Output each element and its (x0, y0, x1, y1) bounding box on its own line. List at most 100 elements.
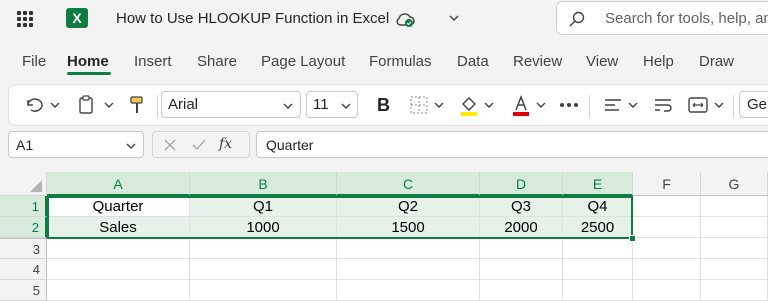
tab-help[interactable]: Help (643, 53, 674, 70)
cell-d4[interactable] (480, 259, 563, 280)
row-header-3[interactable]: 3 (0, 238, 47, 259)
cell-a3[interactable] (47, 238, 190, 259)
cell-c1[interactable]: Q2 (337, 196, 480, 217)
cell-f2[interactable] (633, 217, 701, 238)
chevron-down-icon[interactable] (535, 85, 547, 125)
chevron-down-icon[interactable] (103, 85, 115, 125)
confirm-icon[interactable] (191, 138, 207, 152)
chevron-down-icon[interactable] (627, 85, 639, 125)
name-box[interactable]: A1 (8, 131, 144, 158)
cell-f5[interactable] (633, 280, 701, 301)
cell-b2[interactable]: 1000 (190, 217, 337, 238)
cell-g3[interactable] (701, 238, 768, 259)
cell-b5[interactable] (190, 280, 337, 301)
search-icon (569, 11, 585, 32)
tab-home[interactable]: Home (67, 53, 109, 70)
column-header-f[interactable]: F (633, 172, 701, 196)
column-header-d[interactable]: D (480, 172, 563, 196)
cell-e3[interactable] (563, 238, 633, 259)
cell-c2[interactable]: 1500 (337, 217, 480, 238)
cell-d2[interactable]: 2000 (480, 217, 563, 238)
cell-g1[interactable] (701, 196, 768, 217)
column-header-e[interactable]: E (563, 172, 633, 196)
cell-f4[interactable] (633, 259, 701, 280)
cell-d3[interactable] (480, 238, 563, 259)
clipboard-icon[interactable] (77, 85, 95, 125)
menu-bar: File Home Insert Share Page Layout Formu… (0, 44, 768, 78)
cloud-saved-icon[interactable] (394, 10, 416, 33)
cell-g4[interactable] (701, 259, 768, 280)
font-size-value: 11 (313, 96, 329, 113)
cell-g5[interactable] (701, 280, 768, 301)
tab-insert[interactable]: Insert (134, 53, 172, 70)
cell-b4[interactable] (190, 259, 337, 280)
chevron-down-icon[interactable] (49, 85, 61, 125)
tab-data[interactable]: Data (457, 53, 489, 70)
formula-input[interactable]: Quarter (256, 131, 768, 158)
column-header-b[interactable]: B (190, 172, 337, 196)
cell-a5[interactable] (47, 280, 190, 301)
font-family-select[interactable]: Arial (161, 91, 301, 118)
tab-view[interactable]: View (586, 53, 618, 70)
tab-page-layout[interactable]: Page Layout (261, 53, 345, 70)
select-all-button[interactable] (0, 172, 47, 196)
chevron-down-icon[interactable] (433, 85, 445, 125)
column-header-a[interactable]: A (47, 172, 190, 196)
chevron-down-icon[interactable] (483, 85, 495, 125)
cell-a1[interactable]: Quarter (47, 196, 190, 217)
tab-review[interactable]: Review (513, 53, 562, 70)
cell-d5[interactable] (480, 280, 563, 301)
app-launcher-icon[interactable] (17, 11, 33, 27)
cell-e2[interactable]: 2500 (563, 217, 633, 238)
column-header-c[interactable]: C (337, 172, 480, 196)
cell-g2[interactable] (701, 217, 768, 238)
chevron-down-icon (283, 103, 293, 109)
insert-function-icon[interactable]: fx (219, 136, 232, 152)
cell-b3[interactable] (190, 238, 337, 259)
cell-e4[interactable] (563, 259, 633, 280)
fill-color-icon[interactable] (459, 85, 479, 125)
search-box[interactable]: Search for tools, help, an (556, 1, 768, 35)
number-format-select[interactable]: Ge (739, 91, 768, 118)
row-header-5[interactable]: 5 (0, 280, 47, 301)
cell-b1[interactable]: Q1 (190, 196, 337, 217)
borders-icon[interactable] (409, 85, 429, 125)
chevron-down-icon[interactable] (448, 11, 460, 29)
tab-share[interactable]: Share (197, 53, 237, 70)
font-color-icon[interactable] (511, 85, 531, 125)
cell-e5[interactable] (563, 280, 633, 301)
chevron-down-icon (126, 143, 136, 149)
cell-f1[interactable] (633, 196, 701, 217)
column-header-g[interactable]: G (701, 172, 768, 196)
bold-button[interactable]: B (377, 85, 390, 125)
cell-c4[interactable] (337, 259, 480, 280)
cell-a4[interactable] (47, 259, 190, 280)
row-header-1[interactable]: 1 (0, 196, 47, 217)
tab-file[interactable]: File (22, 53, 46, 70)
cell-f3[interactable] (633, 238, 701, 259)
cell-c5[interactable] (337, 280, 480, 301)
row-header-4[interactable]: 4 (0, 259, 47, 280)
document-title[interactable]: How to Use HLOOKUP Function in Excel (116, 10, 389, 27)
cell-d1[interactable]: Q3 (480, 196, 563, 217)
fill-handle[interactable] (629, 235, 636, 242)
cell-a2[interactable]: Sales (47, 217, 190, 238)
undo-icon[interactable] (23, 85, 43, 125)
formula-actions: fx (152, 131, 250, 158)
align-icon[interactable] (603, 85, 623, 125)
tab-draw[interactable]: Draw (699, 53, 734, 70)
font-size-select[interactable]: 11 (306, 91, 358, 118)
format-painter-icon[interactable] (129, 85, 145, 125)
more-options-icon[interactable] (559, 85, 579, 125)
tab-formulas[interactable]: Formulas (369, 53, 432, 70)
formula-bar: A1 fx Quarter (0, 128, 768, 162)
cell-e1[interactable]: Q4 (563, 196, 633, 217)
search-input[interactable]: Search for tools, help, an (605, 10, 768, 27)
cell-c3[interactable] (337, 238, 480, 259)
wrap-text-icon[interactable] (653, 85, 673, 125)
cancel-icon[interactable] (163, 138, 177, 152)
merge-cells-icon[interactable] (687, 85, 709, 125)
chevron-down-icon[interactable] (713, 85, 725, 125)
formula-content: Quarter (266, 137, 314, 153)
row-header-2[interactable]: 2 (0, 217, 47, 238)
